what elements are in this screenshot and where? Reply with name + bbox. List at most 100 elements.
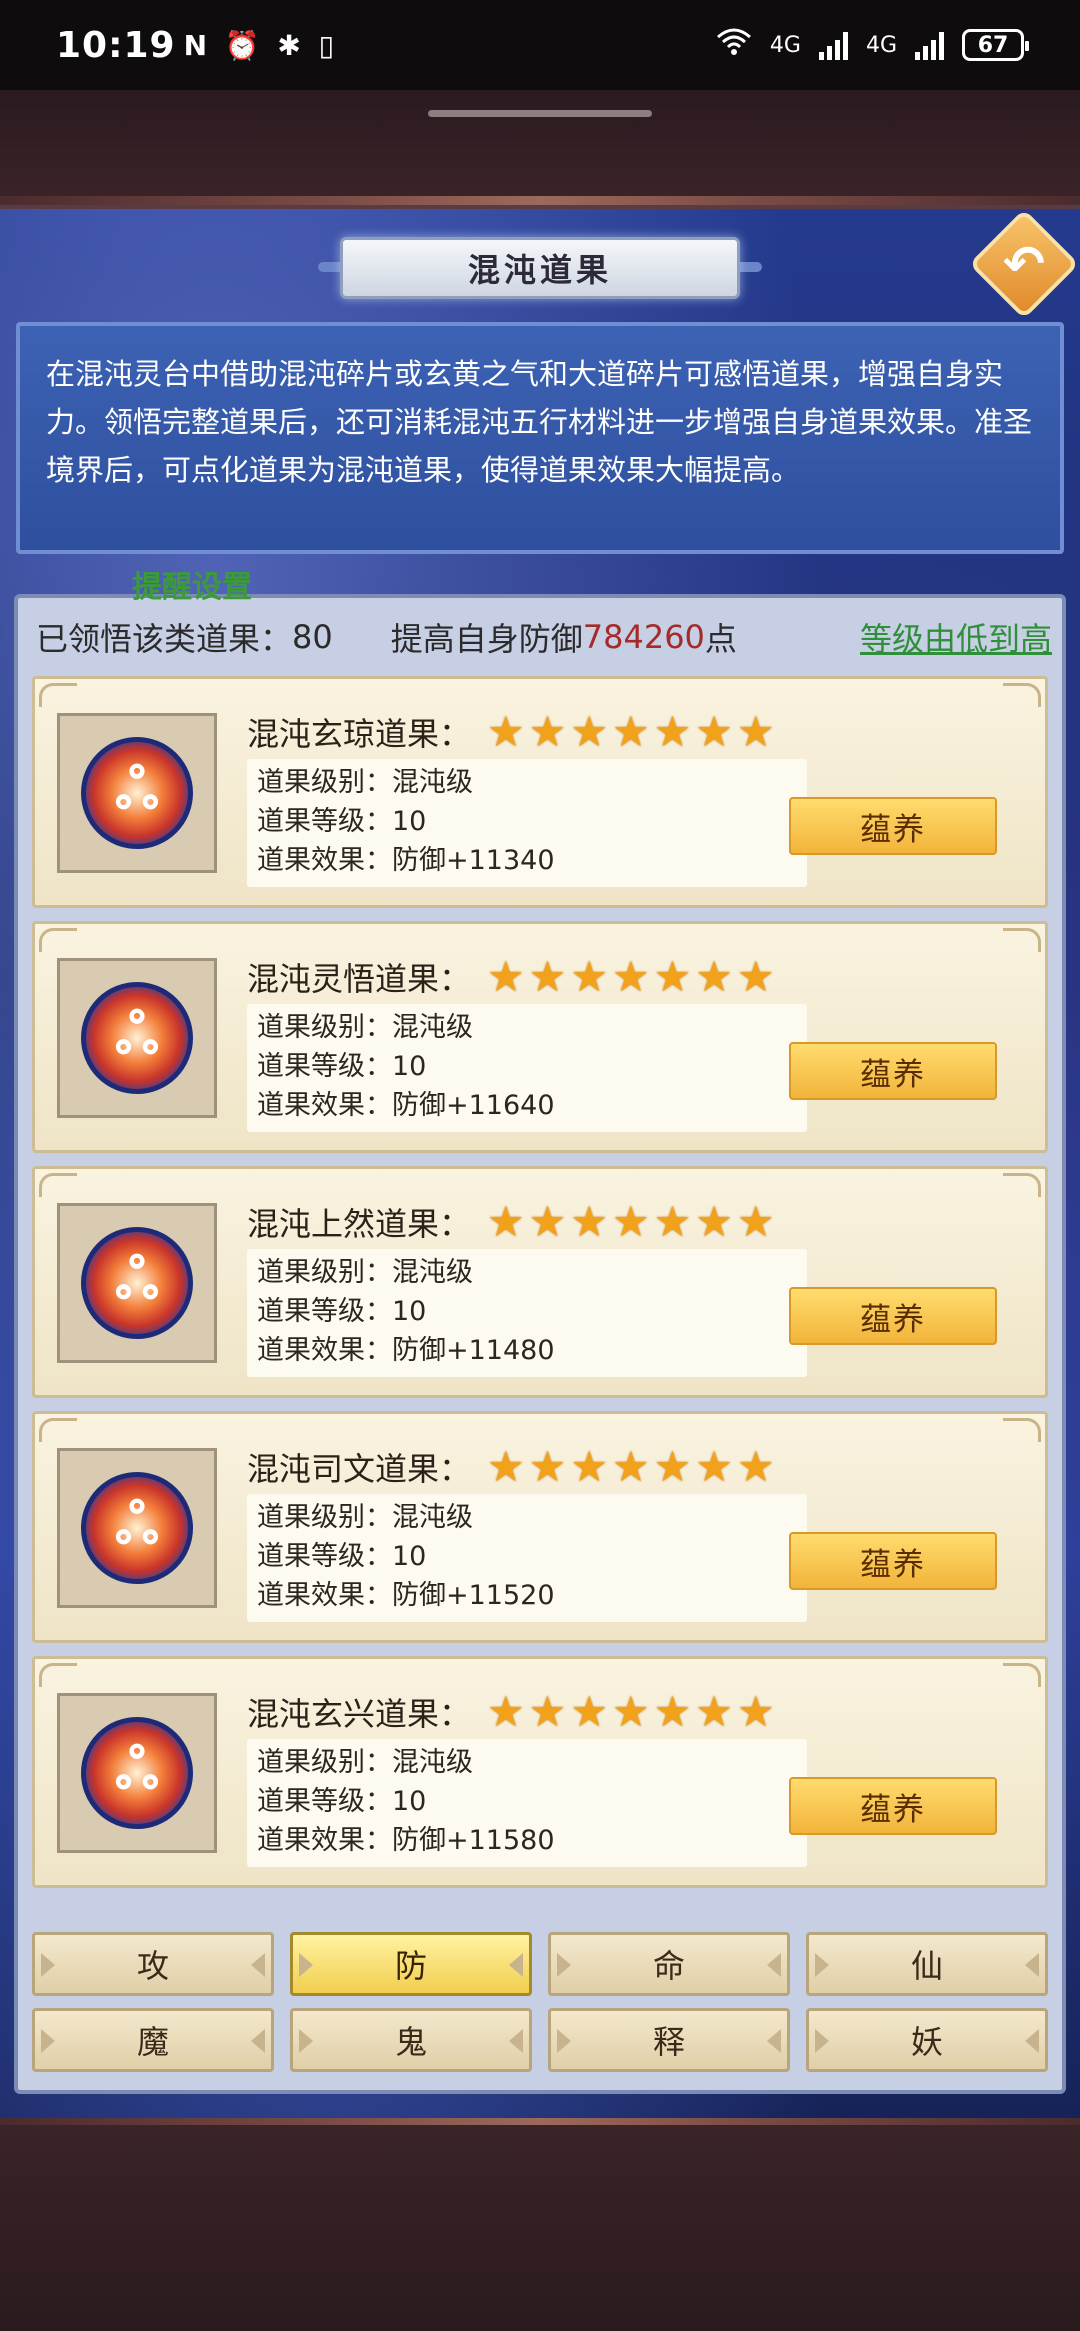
tab-命[interactable]: 命	[548, 1932, 790, 1996]
card-title: 混沌灵悟道果： ★ ★ ★ ★ ★ ★ ★	[247, 954, 775, 1000]
card-level: 道果等级：10	[257, 1051, 427, 1082]
star-icon: ★	[653, 952, 692, 1001]
corner-ornament	[39, 683, 77, 707]
status-time-group: 10:19 N ⏰ ✱ ▯	[56, 25, 338, 66]
star-icon: ★	[736, 707, 775, 756]
star-icon: ★	[736, 1442, 775, 1491]
card-rank: 道果级别：混沌级	[257, 1502, 473, 1533]
nurture-button[interactable]: 蕴养	[789, 797, 997, 855]
tab-防[interactable]: 防	[290, 1932, 532, 1996]
description-box: 在混沌灵台中借助混沌碎片或玄黄之气和大道碎片可感悟道果，增强自身实力。领悟完整道…	[16, 322, 1064, 554]
star-icon: ★	[528, 952, 567, 1001]
star-icon: ★	[528, 707, 567, 756]
star-icon: ★	[570, 707, 608, 756]
star-icon: ★	[487, 952, 525, 1001]
learned-count: 80	[292, 618, 333, 656]
star-icon: ★	[611, 1687, 650, 1736]
learned-label: 已领悟该类道果：	[36, 620, 293, 658]
back-arrow-icon[interactable]: ↶	[985, 225, 1063, 303]
nurture-button[interactable]: 蕴养	[789, 1287, 997, 1345]
boost-suffix: 点	[704, 620, 737, 658]
nurture-button[interactable]: 蕴养	[789, 1777, 997, 1835]
star-icon: ★	[736, 1197, 775, 1246]
status-time: 10:19	[56, 24, 176, 66]
tab-攻[interactable]: 攻	[32, 1932, 274, 1996]
card-info: 道果级别：混沌级 道果等级：10 道果效果：防御+11640	[247, 1004, 807, 1132]
star-icon: ★	[611, 952, 650, 1001]
star-icon: ★	[736, 1687, 775, 1736]
card-name: 混沌司文道果：	[247, 1450, 472, 1488]
card-title: 混沌玄琼道果： ★ ★ ★ ★ ★ ★ ★	[247, 709, 775, 755]
dao-fruit-card: ஃ 混沌玄琼道果： ★ ★ ★ ★ ★ ★ ★ 道果级别：混沌级 道果等级：10 道果效果：防御+11…	[32, 676, 1048, 908]
star-icon: ★	[611, 1197, 650, 1246]
nurture-button[interactable]: 蕴养	[789, 1532, 997, 1590]
item-icon-frame[interactable]: ஃ	[57, 1203, 217, 1363]
page-title: 混沌道果	[340, 237, 740, 299]
card-level: 道果等级：10	[257, 1786, 427, 1817]
star-icon: ★	[653, 1197, 692, 1246]
star-icon: ★	[570, 1687, 608, 1736]
tab-魔[interactable]: 魔	[32, 2008, 274, 2072]
remind-settings-link[interactable]: 提醒设置	[132, 562, 252, 606]
star-rating: ★ ★ ★ ★ ★ ★ ★	[487, 956, 775, 998]
boost-value: 784260	[582, 618, 705, 656]
dao-fruit-card: ஃ 混沌司文道果： ★ ★ ★ ★ ★ ★ ★ 道果级别：混沌级 道果等级：10 道果效果：防御+11…	[32, 1411, 1048, 1643]
tab-鬼[interactable]: 鬼	[290, 2008, 532, 2072]
dao-fruit-card: ஃ 混沌玄兴道果： ★ ★ ★ ★ ★ ★ ★ 道果级别：混沌级 道果等级：10 道果效果：防御+11…	[32, 1656, 1048, 1888]
star-icon: ★	[695, 952, 733, 1001]
top-band	[0, 90, 1080, 205]
card-title: 混沌玄兴道果： ★ ★ ★ ★ ★ ★ ★	[247, 1689, 775, 1735]
star-icon: ★	[528, 1197, 567, 1246]
dao-fruit-list[interactable]: ஃ 混沌玄琼道果： ★ ★ ★ ★ ★ ★ ★ 道果级别：混沌级 道果等级：10 道果效果：防御+11…	[32, 676, 1048, 1898]
card-info: 道果级别：混沌级 道果等级：10 道果效果：防御+11520	[247, 1494, 807, 1622]
star-icon: ★	[570, 952, 608, 1001]
tab-妖[interactable]: 妖	[806, 2008, 1048, 2072]
corner-ornament	[1003, 928, 1041, 952]
star-icon: ★	[487, 707, 525, 756]
card-info: 道果级别：混沌级 道果等级：10 道果效果：防御+11480	[247, 1249, 807, 1377]
sort-toggle[interactable]: 等级由低到高	[860, 614, 1052, 660]
item-icon-frame[interactable]: ஃ	[57, 713, 217, 873]
star-icon: ★	[487, 1687, 525, 1736]
item-icon-frame[interactable]: ஃ	[57, 958, 217, 1118]
nurture-button[interactable]: 蕴养	[789, 1042, 997, 1100]
star-icon: ★	[653, 707, 692, 756]
corner-ornament	[1003, 1173, 1041, 1197]
star-icon: ★	[653, 1442, 692, 1491]
chaos-orb-icon: ஃ	[81, 1717, 193, 1829]
bottom-band	[0, 2125, 1080, 2331]
chaos-orb-icon: ஃ	[81, 1227, 193, 1339]
boost-prefix: 提高自身防御	[390, 620, 583, 658]
tab-释[interactable]: 释	[548, 2008, 790, 2072]
star-icon: ★	[528, 1687, 567, 1736]
star-rating: ★ ★ ★ ★ ★ ★ ★	[487, 1446, 775, 1488]
card-rank: 道果级别：混沌级	[257, 1747, 473, 1778]
card-title: 混沌司文道果： ★ ★ ★ ★ ★ ★ ★	[247, 1444, 775, 1490]
chaos-orb-icon: ஃ	[81, 1472, 193, 1584]
network-label-1: 4G	[769, 32, 801, 58]
corner-ornament	[39, 1173, 77, 1197]
card-effect: 道果效果：防御+11640	[257, 1090, 555, 1121]
status-bar: 10:19 N ⏰ ✱ ▯ 4G 4G 67	[0, 0, 1080, 90]
card-rank: 道果级别：混沌级	[257, 1257, 473, 1288]
star-icon: ★	[487, 1442, 525, 1491]
summary-bar: 已领悟该类道果： 80 提高自身防御 784260 点 等级由低到高	[22, 606, 1058, 668]
card-name: 混沌灵悟道果：	[247, 960, 472, 998]
star-icon: ★	[570, 1197, 608, 1246]
star-icon: ★	[695, 1442, 733, 1491]
card-rank: 道果级别：混沌级	[257, 767, 473, 798]
signal-icon	[818, 30, 848, 60]
card-title: 混沌上然道果： ★ ★ ★ ★ ★ ★ ★	[247, 1199, 775, 1245]
item-icon-frame[interactable]: ஃ	[57, 1448, 217, 1608]
star-icon: ★	[695, 1197, 733, 1246]
battery-icon: 67	[962, 29, 1029, 61]
star-icon: ★	[736, 952, 775, 1001]
corner-ornament	[1003, 1418, 1041, 1442]
card-effect: 道果效果：防御+11340	[257, 845, 555, 876]
wifi-icon	[716, 27, 752, 63]
drag-handle[interactable]	[428, 110, 652, 117]
tab-仙[interactable]: 仙	[806, 1932, 1048, 1996]
item-icon-frame[interactable]: ஃ	[57, 1693, 217, 1853]
card-effect: 道果效果：防御+11520	[257, 1580, 555, 1611]
card-effect: 道果效果：防御+11480	[257, 1335, 555, 1366]
